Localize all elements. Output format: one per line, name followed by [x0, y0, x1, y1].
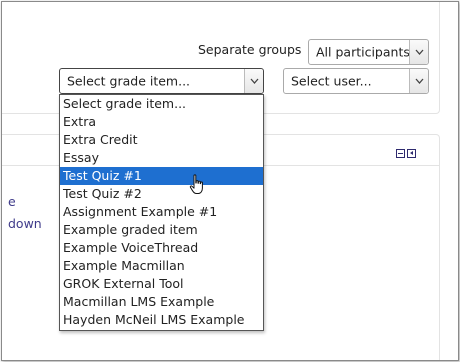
- user-select-value: Select user...: [291, 73, 372, 89]
- dropdown-option[interactable]: Macmillan LMS Example: [60, 293, 263, 311]
- groups-select[interactable]: All participants: [308, 39, 429, 65]
- dropdown-option[interactable]: Test Quiz #2: [60, 185, 263, 203]
- background-link-1[interactable]: e: [8, 194, 16, 209]
- dropdown-option[interactable]: Select grade item...: [60, 95, 263, 113]
- collapse-icon[interactable]: [396, 149, 405, 158]
- chevron-down-icon: [244, 69, 263, 93]
- dropdown-option[interactable]: GROK External Tool: [60, 275, 263, 293]
- grade-item-select[interactable]: Select grade item...: [59, 68, 264, 94]
- dropdown-option[interactable]: Example Macmillan: [60, 257, 263, 275]
- dock-left-icon[interactable]: [407, 149, 416, 158]
- screenshot-frame: Separate groups All participants Select …: [1, 1, 459, 361]
- panel-header-controls: [396, 149, 416, 158]
- chevron-down-icon: [409, 40, 428, 64]
- dropdown-option[interactable]: Essay: [60, 149, 263, 167]
- grade-item-select-value: Select grade item...: [67, 73, 191, 89]
- dropdown-option-highlighted[interactable]: Test Quiz #1: [60, 167, 263, 185]
- separate-groups-label: Separate groups: [198, 42, 302, 57]
- dropdown-option[interactable]: Assignment Example #1: [60, 203, 263, 221]
- dropdown-option[interactable]: Example graded item: [60, 221, 263, 239]
- groups-select-value: All participants: [316, 44, 410, 60]
- dropdown-option[interactable]: Extra Credit: [60, 131, 263, 149]
- grade-item-dropdown-list: Select grade item... Extra Extra Credit …: [59, 94, 264, 331]
- user-select[interactable]: Select user...: [283, 68, 429, 94]
- hand-pointer-icon: [189, 174, 203, 194]
- dropdown-option[interactable]: Example VoiceThread: [60, 239, 263, 257]
- dropdown-option[interactable]: Hayden McNeil LMS Example: [60, 311, 263, 329]
- background-link-2[interactable]: down: [8, 216, 42, 231]
- dropdown-option[interactable]: Extra: [60, 113, 263, 131]
- chevron-down-icon: [409, 69, 428, 93]
